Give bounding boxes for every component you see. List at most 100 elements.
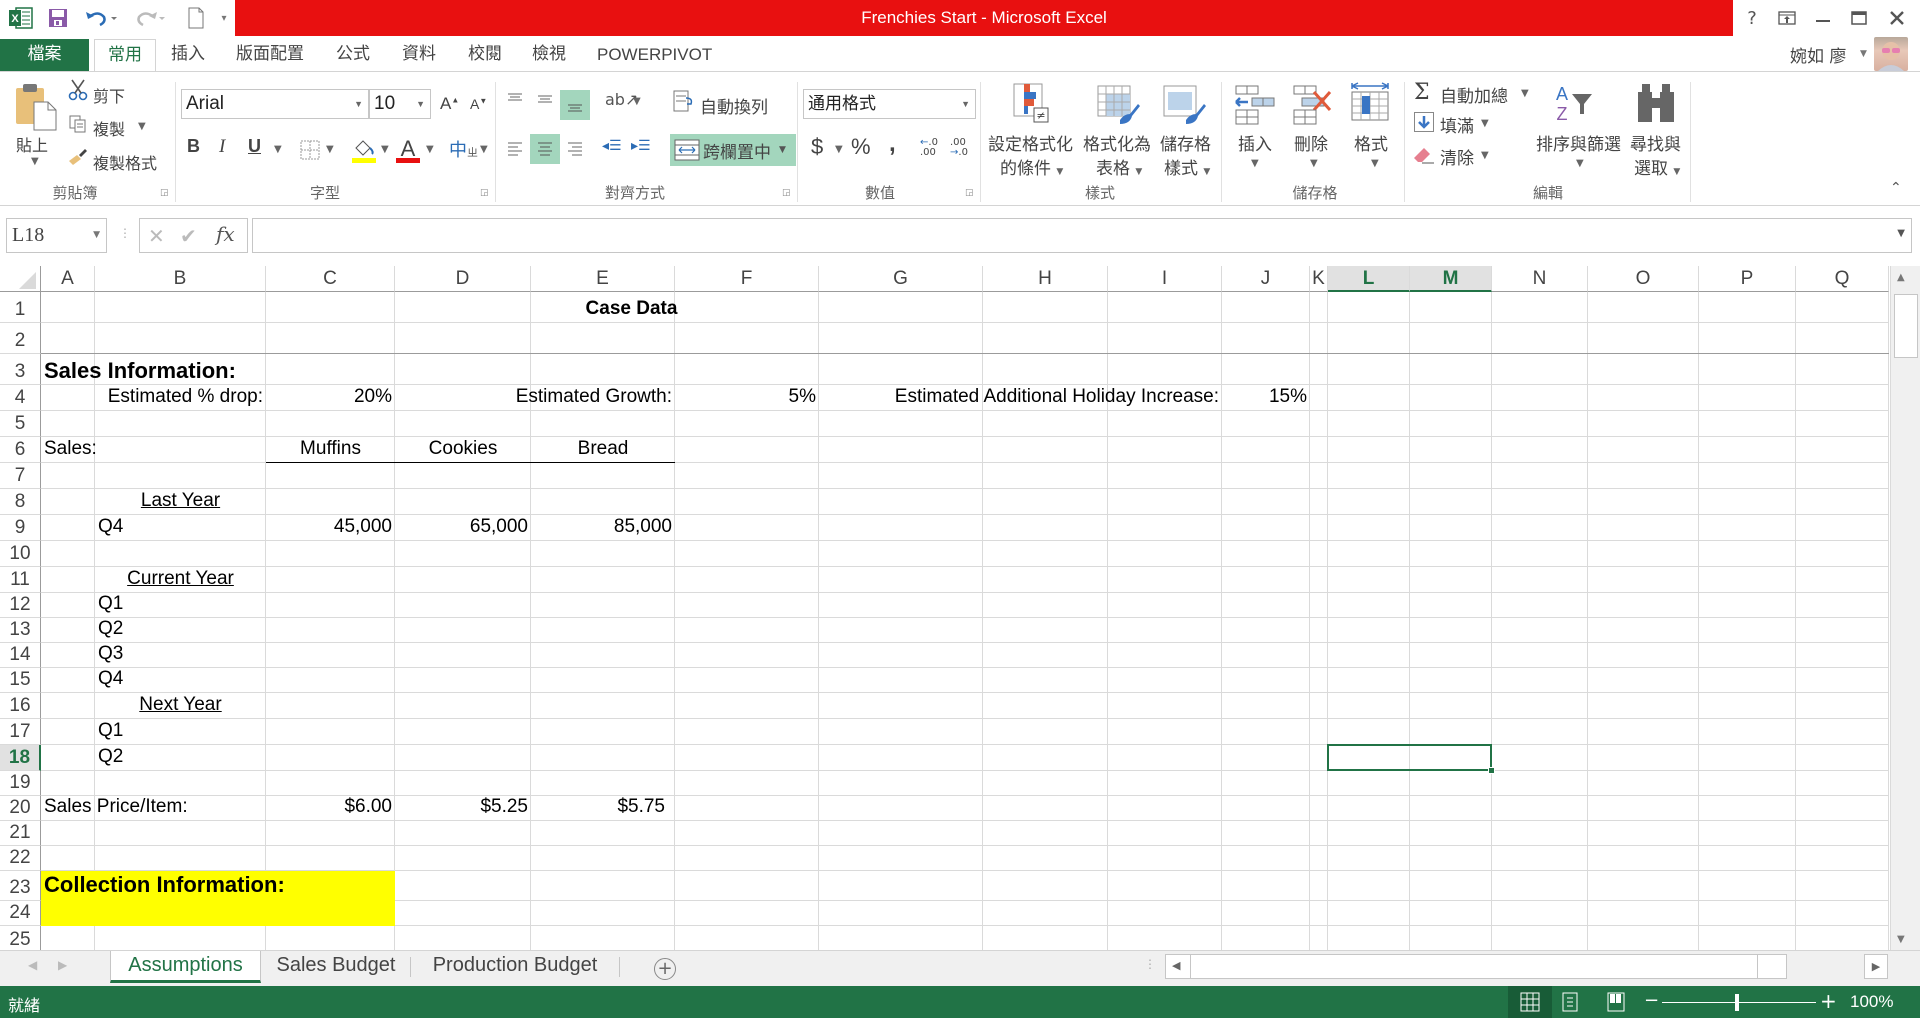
select-all-button[interactable] xyxy=(0,266,41,292)
tab-file[interactable]: 檔案 xyxy=(0,39,89,72)
user-avatar[interactable] xyxy=(1874,37,1908,71)
font-launcher-icon[interactable]: ◲ xyxy=(480,188,489,198)
row-header-15[interactable]: 15 xyxy=(0,668,41,693)
italic-button[interactable]: I xyxy=(219,136,225,158)
insert-function-icon[interactable]: fx xyxy=(216,222,235,246)
user-name[interactable]: 婉如 廖 xyxy=(1790,42,1846,67)
next-sheet-icon[interactable]: ▶ xyxy=(58,958,67,972)
autosum-dropdown-icon[interactable]: ▼ xyxy=(1521,88,1529,99)
column-header-G[interactable]: G xyxy=(819,266,983,292)
paste-icon[interactable] xyxy=(14,82,58,132)
cell-holiday-increase-value[interactable]: 15% xyxy=(1222,385,1310,410)
alignment-launcher-icon[interactable]: ◲ xyxy=(782,188,791,198)
column-header-D[interactable]: D xyxy=(395,266,531,292)
tab-insert[interactable]: 插入 xyxy=(161,39,215,72)
row-header-10[interactable]: 10 xyxy=(0,541,41,567)
row-header-21[interactable]: 21 xyxy=(0,821,41,846)
column-header-L[interactable]: L xyxy=(1328,266,1410,292)
tab-split-grip-icon[interactable]: ⋮ xyxy=(1144,957,1156,971)
row-header-25[interactable]: 25 xyxy=(0,926,41,950)
number-format-dropdown-icon[interactable]: ▼ xyxy=(961,90,970,118)
decrease-decimal-button[interactable]: .00 →.0 xyxy=(950,138,968,158)
help-button[interactable]: ? xyxy=(1735,4,1769,32)
copy-dropdown-icon[interactable]: ▼ xyxy=(138,121,146,132)
format-cells-icon[interactable] xyxy=(1348,82,1392,126)
column-header-I[interactable]: I xyxy=(1108,266,1222,292)
cell-bread-header[interactable]: Bread xyxy=(531,437,675,462)
row-header-1[interactable]: 1 xyxy=(0,292,41,323)
cell-styles-label-2[interactable]: 樣式 ▼ xyxy=(1164,154,1210,179)
zoom-slider-thumb[interactable] xyxy=(1735,994,1739,1011)
column-header-C[interactable]: C xyxy=(266,266,395,292)
horizontal-scroll-thumb[interactable] xyxy=(1190,955,1758,978)
format-painter-button[interactable]: 複製格式 xyxy=(93,150,157,174)
copy-button[interactable]: 複製 xyxy=(93,116,125,140)
cell-sales-label[interactable]: Sales: xyxy=(41,437,266,462)
phonetic-guide-button[interactable]: 中ㄓ xyxy=(449,136,478,162)
tab-page-layout[interactable]: 版面配置 xyxy=(226,39,314,72)
format-cells-button[interactable]: 格式 xyxy=(1354,130,1388,155)
row-header-18[interactable]: 18 xyxy=(0,745,41,771)
sheet-tab-production-budget[interactable]: Production Budget xyxy=(412,951,618,981)
row-header-8[interactable]: 8 xyxy=(0,489,41,515)
format-cells-dropdown-icon[interactable]: ▼ xyxy=(1371,158,1379,169)
row-header-4[interactable]: 4 xyxy=(0,385,41,411)
row-header-2[interactable]: 2 xyxy=(0,323,41,354)
format-as-table-button[interactable]: 格式化為 xyxy=(1083,130,1151,155)
cell-estimated-growth-value[interactable]: 5% xyxy=(675,385,819,410)
cell-cy-q2[interactable]: Q2 xyxy=(95,618,266,642)
align-right-icon[interactable] xyxy=(562,134,588,164)
row-header-23[interactable]: 23 xyxy=(0,871,41,901)
formula-bar-grip-icon[interactable]: ⋮ xyxy=(119,226,131,240)
cell-estimated-growth-label[interactable]: Estimated Growth: xyxy=(266,385,675,410)
column-header-N[interactable]: N xyxy=(1492,266,1588,292)
scroll-up-icon[interactable]: ▲ xyxy=(1897,272,1905,283)
cell-ly-q4-bread[interactable]: 85,000 xyxy=(531,515,675,540)
column-header-M[interactable]: M xyxy=(1410,266,1492,292)
tab-review[interactable]: 校閱 xyxy=(458,39,512,72)
cell-cy-q3[interactable]: Q3 xyxy=(95,643,266,667)
tab-powerpivot[interactable]: POWERPIVOT xyxy=(587,39,722,72)
row-header-14[interactable]: 14 xyxy=(0,643,41,668)
zoom-level[interactable]: 100% xyxy=(1850,992,1893,1012)
clear-button[interactable]: 清除 xyxy=(1440,144,1474,169)
cell-sales-information-heading[interactable]: Sales Information: xyxy=(41,354,531,384)
autosum-icon[interactable]: Σ xyxy=(1414,80,1430,105)
currency-button[interactable]: $ xyxy=(811,134,823,160)
row-header-22[interactable]: 22 xyxy=(0,846,41,871)
borders-dropdown-icon[interactable]: ▼ xyxy=(326,144,334,155)
cell-ny-q1[interactable]: Q1 xyxy=(95,719,266,744)
cancel-formula-icon[interactable]: ✕ xyxy=(148,224,165,248)
row-header-7[interactable]: 7 xyxy=(0,463,41,489)
paste-button[interactable]: 貼上 xyxy=(16,132,48,156)
cell-ny-q2[interactable]: Q2 xyxy=(95,745,266,770)
cell-cy-q1[interactable]: Q1 xyxy=(95,593,266,617)
paste-dropdown-icon[interactable]: ▼ xyxy=(31,156,39,167)
grow-font-button[interactable]: A▲ xyxy=(440,94,459,114)
align-center-icon[interactable] xyxy=(530,134,560,164)
fill-dropdown-icon[interactable]: ▼ xyxy=(1481,118,1489,129)
format-painter-icon[interactable] xyxy=(66,145,90,169)
fill-handle[interactable] xyxy=(1488,767,1495,774)
tab-formulas[interactable]: 公式 xyxy=(326,39,380,72)
autosum-button[interactable]: 自動加總 xyxy=(1440,82,1508,107)
cell-price-muffins[interactable]: $6.00 xyxy=(266,796,395,820)
cell-styles-button[interactable]: 儲存格 xyxy=(1160,130,1211,155)
merge-center-dropdown-icon[interactable]: ▼ xyxy=(779,145,786,155)
cell-title[interactable]: Case Data xyxy=(41,292,1222,322)
normal-view-button[interactable] xyxy=(1508,986,1552,1018)
zoom-out-button[interactable]: − xyxy=(1644,990,1659,1011)
maximize-button[interactable] xyxy=(1842,4,1876,32)
cell-holiday-increase-label[interactable]: Estimated Additional Holiday Increase: xyxy=(819,385,1222,410)
conditional-formatting-icon[interactable]: ≠ xyxy=(1010,82,1050,124)
sort-filter-icon[interactable]: AZ xyxy=(1554,82,1598,124)
add-sheet-button[interactable]: + xyxy=(654,958,676,980)
font-color-icon[interactable]: A xyxy=(395,136,421,164)
align-bottom-icon[interactable] xyxy=(560,90,590,120)
fill-button[interactable]: 填滿 xyxy=(1440,112,1474,137)
conditional-formatting-label-2[interactable]: 的條件 ▼ xyxy=(1000,154,1063,179)
column-header-F[interactable]: F xyxy=(675,266,819,292)
wrap-text-icon[interactable] xyxy=(672,89,696,113)
row-header-20[interactable]: 20 xyxy=(0,796,41,821)
find-select-label-2[interactable]: 選取 ▼ xyxy=(1634,154,1680,179)
